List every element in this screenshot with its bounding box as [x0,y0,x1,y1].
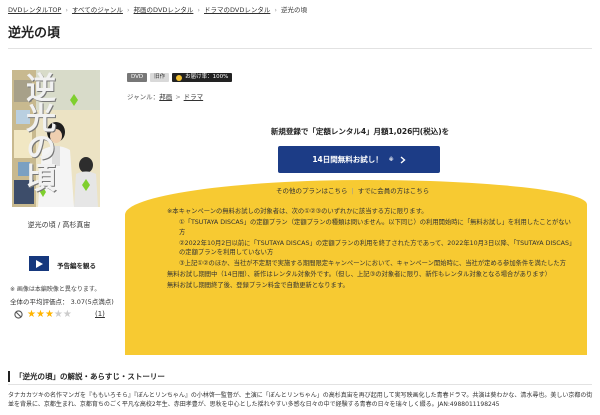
trailer-play-button[interactable] [29,256,49,271]
breadcrumb-item-drama[interactable]: ドラマのDVDレンタル [204,6,270,14]
description-heading: 「逆光の頃」の解説・あらすじ・ストーリー [8,371,165,382]
free-trial-label: 14日間無料お試し！ [312,155,383,164]
promo-headline: 新規登録で「定額レンタル4」月額1,026円(税込)を [270,127,450,136]
free-trial-button[interactable]: 14日間無料お試し！ ※ [278,146,440,173]
chevron-right-icon [400,155,406,164]
condition-item: ②2022年10月2日以前に「TSUTAYA DISCAS」の定額プランの利用を… [179,239,576,257]
trailer-label[interactable]: 予告編を観る [57,260,96,270]
free-trial-note-mark: ※ [388,156,394,163]
description-divider [8,384,592,385]
play-icon [36,259,43,268]
format-badge: DVD [127,73,148,82]
breadcrumb-item-top[interactable]: DVDレンタルTOP [8,6,61,14]
campaign-conditions: ※本キャンペーンの無料お試しの対象者は、次の①②③のいずれかに該当する方に限りま… [167,207,577,292]
delivery-rate-text: お届け率：100% [185,74,229,80]
plan-links: その他のプランはこちら | すでに会員の方はこちら [276,187,430,195]
condition-item: ③上記①②のほか、当社が不定期で実施する期間限定キャンペーンにおいて、キャンペー… [179,260,567,268]
condition-intro: ※本キャンペーンの無料お試しの対象者は、次の①②③のいずれかに該当する方に限りま… [167,208,428,215]
star-icon: ★ [35,309,45,320]
genre-link-drama[interactable]: ドラマ [184,93,204,101]
genre-path: ジャンル：邦画 > ドラマ [127,93,204,101]
title-divider [8,48,592,49]
no-entry-icon[interactable] [14,310,23,319]
star-icon: ★ [27,309,36,320]
genre-link-japanese-films[interactable]: 邦画 [159,93,172,101]
review-count-link[interactable]: (1) [95,310,105,318]
old-release-badge: 旧作 [150,73,170,82]
image-note: ※ 画像は本編映像と異なります。 [10,286,101,293]
genre-label: ジャンル： [127,93,160,101]
star-icon: ★ [62,309,72,320]
condition-note: 無料お試し期間終了後、登録プラン料金で自動更新となります。 [167,282,349,290]
star-rating: ★★★★★ [27,309,72,320]
breadcrumb: DVDレンタルTOP › すべてのジャンル › 邦画のDVDレンタル › ドラマのDVDレン… [8,6,307,14]
delivery-rate-badge: お届け率：100% [172,73,233,82]
breadcrumb-item-japanese-films[interactable]: 邦画のDVDレンタル [134,6,194,14]
breadcrumb-item-current: 逆光の頃 [280,6,307,14]
poster-image[interactable]: 逆光の頃 [12,70,100,207]
condition-item: ①「TSUTAYA DISCAS」の定額プラン（定額プランの種類は問いません。以… [179,218,571,236]
page-title: 逆光の頃 [8,26,61,41]
other-plans-link[interactable]: その他のプランはこちら [276,187,348,195]
member-link[interactable]: すでに会員の方はこちら [358,187,430,195]
condition-note: 無料お試し期間中（14日間）、新作はレンタル対象外です。（但し、上記③の対象者に… [167,271,552,279]
breadcrumb-item-all-genres[interactable]: すべてのジャンル [72,6,123,14]
badge-row: DVD 旧作 お届け率：100% [127,73,233,82]
work-caption: 逆光の頃 / 高杉真宙 [27,221,91,229]
rating-row: ★★★★★ [14,309,72,320]
star-icon: ★ [53,309,63,320]
star-icon: ★ [44,309,54,320]
average-rating: 全体の平均評価点： 3.07(5点満点) [10,298,114,306]
description-text: タナカカツキの名作マンガを『ももいろそら』『ぼんとリンちゃん』の小林啓一監督が、… [8,392,593,409]
delivery-icon [176,74,183,81]
